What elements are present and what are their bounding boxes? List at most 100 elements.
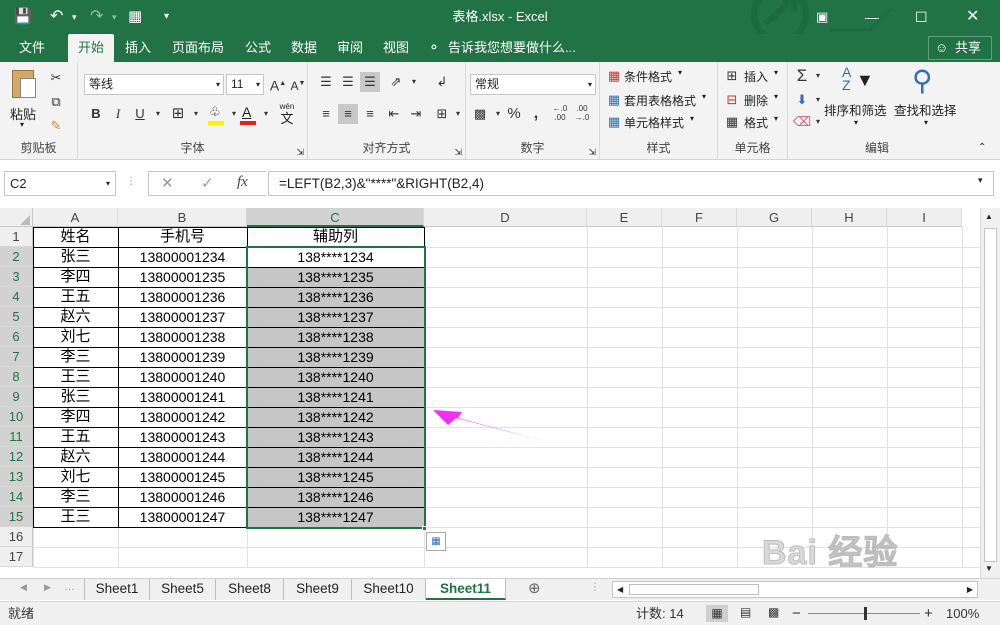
form-icon[interactable]: ▦: [128, 0, 142, 34]
customize-toolbar-icon[interactable]: ▾: [164, 0, 169, 34]
font-size-dropdown[interactable]: 11 ▾: [226, 74, 264, 95]
tab-home[interactable]: 开始: [68, 34, 114, 62]
row-header-11[interactable]: 11: [0, 427, 33, 447]
merge-dropdown-icon[interactable]: ▾: [448, 104, 468, 124]
masked-cell[interactable]: 138****1244: [247, 447, 424, 467]
tab-page-layout[interactable]: 页面布局: [166, 34, 230, 62]
name-cell[interactable]: 王五: [33, 287, 118, 307]
phone-cell[interactable]: 13800001237: [118, 307, 247, 327]
zoom-in-icon[interactable]: +: [924, 602, 933, 625]
align-bottom-icon[interactable]: ☰: [360, 72, 380, 92]
underline-icon[interactable]: U: [130, 104, 150, 124]
page-layout-icon[interactable]: ▤: [740, 605, 751, 619]
header-cell[interactable]: 辅助列: [247, 227, 424, 247]
font-color-button[interactable]: A: [238, 104, 258, 126]
name-cell[interactable]: 刘七: [33, 327, 118, 347]
name-cell[interactable]: 王三: [33, 367, 118, 387]
row-header-10[interactable]: 10: [0, 407, 33, 427]
phone-cell[interactable]: 13800001242: [118, 407, 247, 427]
increase-font-icon[interactable]: A▲: [268, 74, 288, 94]
undo-dropdown-icon[interactable]: ▾: [72, 0, 77, 34]
scroll-right-icon[interactable]: ▶: [967, 582, 973, 597]
header-cell[interactable]: 姓名: [33, 227, 118, 247]
decrease-decimal-icon[interactable]: .00 →.0: [572, 104, 592, 124]
phonetic-button[interactable]: wén 文: [274, 102, 300, 128]
zoom-level[interactable]: 100%: [946, 602, 979, 625]
align-top-icon[interactable]: ☰: [316, 72, 336, 92]
row-header-14[interactable]: 14: [0, 487, 33, 507]
h-scroll-thumb[interactable]: [629, 584, 759, 595]
masked-cell[interactable]: 138****1245: [247, 467, 424, 487]
tab-insert[interactable]: 插入: [118, 34, 158, 62]
next-sheet-icon[interactable]: ▶: [44, 582, 51, 593]
row-header-5[interactable]: 5: [0, 307, 33, 327]
row-header-4[interactable]: 4: [0, 287, 33, 307]
sheet-tab-sheet10[interactable]: Sheet10: [352, 579, 426, 600]
column-header-a[interactable]: A: [33, 208, 118, 227]
close-icon[interactable]: ✕: [966, 0, 979, 34]
masked-cell[interactable]: 138****1238: [247, 327, 424, 347]
insert-function-icon[interactable]: fx: [237, 174, 248, 191]
phone-cell[interactable]: 13800001241: [118, 387, 247, 407]
row-header-16[interactable]: 16: [0, 527, 33, 547]
masked-cell[interactable]: 138****1239: [247, 347, 424, 367]
name-cell[interactable]: 赵六: [33, 307, 118, 327]
vertical-scrollbar[interactable]: ▲ ▼: [980, 208, 1000, 578]
phone-cell[interactable]: 13800001247: [118, 507, 247, 527]
masked-cell[interactable]: 138****1235: [247, 267, 424, 287]
row-header-6[interactable]: 6: [0, 327, 33, 347]
sort-filter-button[interactable]: AZ ▼ 排序和筛选 ▾: [824, 65, 892, 136]
table-format-button[interactable]: 套用表格格式: [624, 92, 696, 109]
alignment-dialog-launcher-icon[interactable]: ⇲: [454, 147, 462, 158]
number-format-dropdown[interactable]: 常规 ▾: [470, 74, 596, 95]
row-header-3[interactable]: 3: [0, 267, 33, 287]
normal-view-icon[interactable]: ▦: [706, 605, 728, 622]
italic-icon[interactable]: I: [108, 104, 128, 124]
sheet-tab-sheet11[interactable]: Sheet11: [426, 579, 506, 600]
align-middle-icon[interactable]: ☰: [338, 72, 358, 92]
formula-input[interactable]: =LEFT(B2,3)&"****"&RIGHT(B2,4): [268, 171, 994, 196]
row-header-17[interactable]: 17: [0, 547, 33, 567]
page-break-icon[interactable]: ▩: [768, 605, 779, 619]
masked-cell[interactable]: 138****1237: [247, 307, 424, 327]
font-dialog-launcher-icon[interactable]: ⇲: [296, 147, 304, 158]
number-dialog-launcher-icon[interactable]: ⇲: [588, 147, 596, 158]
name-cell[interactable]: 李三: [33, 487, 118, 507]
phone-cell[interactable]: 13800001244: [118, 447, 247, 467]
decrease-indent-icon[interactable]: ⇤: [384, 104, 404, 124]
accounting-icon[interactable]: ▩: [470, 104, 490, 124]
row-header-1[interactable]: 1: [0, 227, 33, 247]
orientation-dropdown-icon[interactable]: ▾: [404, 72, 424, 92]
decrease-font-icon[interactable]: A▼: [288, 74, 308, 94]
select-all-button[interactable]: [0, 208, 33, 227]
sheet-tab-sheet5[interactable]: Sheet5: [150, 579, 216, 600]
underline-dropdown-icon[interactable]: ▾: [148, 104, 168, 124]
name-cell[interactable]: 李四: [33, 267, 118, 287]
phone-cell[interactable]: 13800001243: [118, 427, 247, 447]
format-painter-icon[interactable]: ✎: [46, 116, 66, 136]
column-header-f[interactable]: F: [662, 208, 737, 227]
paste-button[interactable]: 粘贴 ▾: [8, 68, 40, 129]
row-header-15[interactable]: 15: [0, 507, 33, 527]
phone-cell[interactable]: 13800001246: [118, 487, 247, 507]
column-header-c[interactable]: C: [247, 208, 424, 227]
row-header-12[interactable]: 12: [0, 447, 33, 467]
horizontal-scrollbar[interactable]: ◀ ▶: [612, 581, 978, 598]
align-right-icon[interactable]: ≡: [360, 104, 380, 124]
tell-me-box[interactable]: 告诉我您想要做什么...: [448, 34, 576, 62]
align-center-icon[interactable]: ≡: [338, 104, 358, 124]
orientation-icon[interactable]: ⇗: [386, 72, 406, 92]
phone-cell[interactable]: 13800001235: [118, 267, 247, 287]
column-header-h[interactable]: H: [812, 208, 887, 227]
tab-review[interactable]: 审阅: [330, 34, 370, 62]
column-header-e[interactable]: E: [587, 208, 662, 227]
masked-cell[interactable]: 138****1243: [247, 427, 424, 447]
sheet-tab-sheet8[interactable]: Sheet8: [216, 579, 284, 600]
phone-cell[interactable]: 13800001239: [118, 347, 247, 367]
wrap-text-icon[interactable]: ↲: [432, 72, 452, 92]
sheet-tab-sheet1[interactable]: Sheet1: [84, 579, 150, 600]
find-select-button[interactable]: ⚲ 查找和选择 ▾: [894, 65, 964, 136]
border-icon[interactable]: ⊞: [168, 104, 188, 124]
name-cell[interactable]: 张三: [33, 387, 118, 407]
insert-cells-button[interactable]: 插入: [744, 68, 768, 85]
